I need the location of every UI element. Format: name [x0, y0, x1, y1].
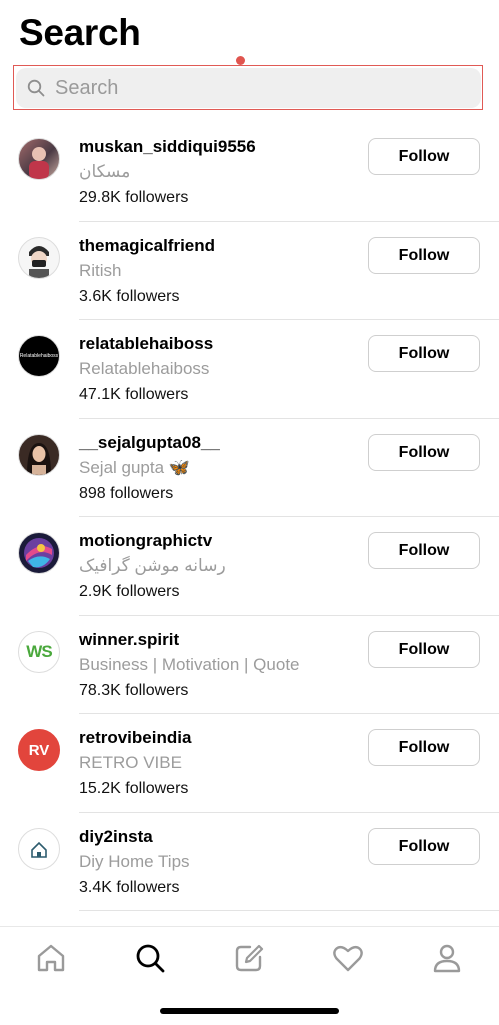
- avatar-logo-text: RV: [28, 741, 50, 759]
- search-placeholder: Search: [55, 76, 119, 99]
- avatar-logo-text: Relatablehaiboss: [19, 353, 59, 359]
- avatar-logo-text: WS: [26, 641, 52, 661]
- list-item[interactable]: diy2insta Diy Home Tips 3.4K followers F…: [0, 813, 499, 911]
- compose-icon[interactable]: [232, 941, 266, 975]
- list-item[interactable]: WS winner.spirit Business | Motivation |…: [0, 616, 499, 714]
- follower-count: 3.6K followers: [79, 287, 180, 305]
- display-name: Sejal gupta 🦋: [79, 457, 190, 477]
- follow-button[interactable]: Follow: [368, 532, 480, 569]
- follow-button[interactable]: Follow: [368, 630, 480, 668]
- display-name: رسانه موشن گرافیک: [79, 556, 226, 575]
- username: muskan_siddiqui9556: [79, 137, 256, 156]
- follow-button[interactable]: Follow: [368, 433, 480, 471]
- notification-dot: [236, 56, 245, 65]
- display-name: Ritish: [79, 260, 122, 280]
- username: retrovibeindia: [79, 728, 192, 747]
- avatar: [18, 827, 60, 870]
- list-item[interactable]: motiongraphictv رسانه موشن گرافیک 2.9K f…: [0, 517, 499, 616]
- search-icon[interactable]: [133, 941, 167, 975]
- display-name: Relatablehaiboss: [79, 359, 210, 378]
- avatar: Relatablehaiboss: [18, 335, 60, 377]
- page-title: Search: [19, 12, 141, 53]
- follow-button[interactable]: Follow: [368, 729, 480, 766]
- display-name: مسکان: [79, 162, 131, 181]
- username: winner.spirit: [79, 629, 180, 649]
- follower-count: 3.4K followers: [79, 878, 180, 896]
- list-item[interactable]: Relatablehaiboss relatablehaiboss Relata…: [0, 320, 499, 419]
- avatar: WS: [18, 630, 60, 673]
- follower-count: 47.1K followers: [79, 386, 189, 403]
- username: diy2insta: [79, 826, 153, 846]
- display-name: Diy Home Tips: [79, 851, 190, 871]
- home-indicator: [160, 1008, 339, 1014]
- follower-count: 78.3K followers: [79, 681, 189, 699]
- list-item[interactable]: RV retrovibeindia RETRO VIBE 15.2K follo…: [0, 714, 499, 813]
- profile-icon[interactable]: [430, 941, 464, 975]
- avatar: [18, 138, 60, 180]
- list-item[interactable]: __sejalgupta08__ Sejal gupta 🦋 898 follo…: [0, 419, 499, 517]
- list-item[interactable]: muskan_siddiqui9556 مسکان 29.8K follower…: [0, 123, 499, 222]
- username: motiongraphictv: [79, 531, 213, 550]
- username: themagicalfriend: [79, 235, 216, 255]
- divider: [79, 910, 499, 911]
- follower-count: 15.2K followers: [79, 780, 189, 797]
- display-name: RETRO VIBE: [79, 753, 182, 772]
- username: __sejalgupta08__: [79, 432, 220, 452]
- avatar: [18, 532, 60, 574]
- list-item[interactable]: themagicalfriend Ritish 3.6K followers F…: [0, 222, 499, 320]
- follower-count: 898 followers: [79, 484, 174, 502]
- follow-button[interactable]: Follow: [368, 138, 480, 175]
- avatar: [18, 236, 60, 279]
- avatar: RV: [18, 729, 60, 771]
- follow-button[interactable]: Follow: [368, 236, 480, 274]
- follower-count: 2.9K followers: [79, 583, 180, 600]
- follower-count: 29.8K followers: [79, 189, 189, 206]
- display-name: Business | Motivation | Quote: [79, 654, 300, 674]
- home-icon[interactable]: [34, 941, 68, 975]
- avatar: [18, 433, 60, 476]
- follow-button[interactable]: Follow: [368, 335, 480, 372]
- user-list: muskan_siddiqui9556 مسکان 29.8K follower…: [0, 123, 499, 911]
- search-icon: [27, 79, 45, 97]
- follow-button[interactable]: Follow: [368, 827, 480, 865]
- heart-icon[interactable]: [331, 941, 365, 975]
- username: relatablehaiboss: [79, 334, 214, 353]
- search-input[interactable]: Search: [16, 68, 481, 108]
